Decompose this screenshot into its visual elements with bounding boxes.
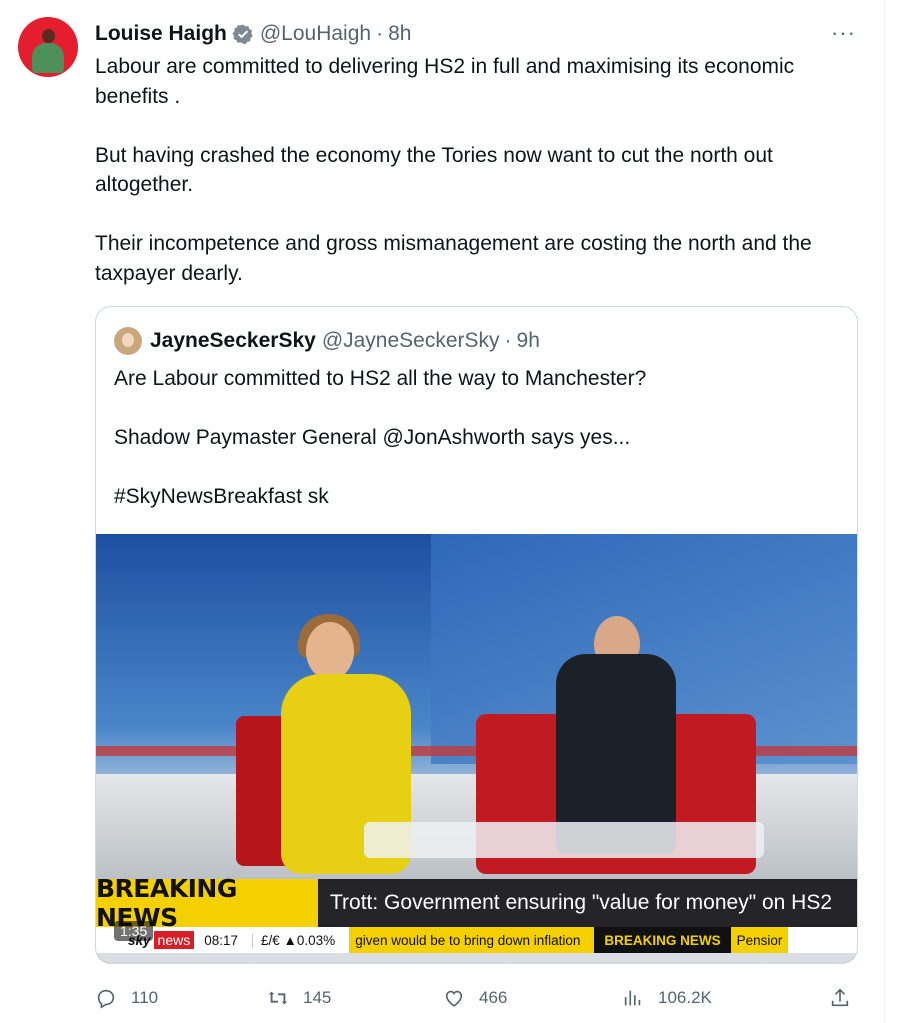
verified-icon [232, 23, 254, 45]
separator: · [504, 329, 512, 352]
studio-table [364, 822, 764, 858]
tweet-text: Labour are committed to delivering HS2 i… [95, 52, 855, 318]
repost-icon [268, 991, 288, 1005]
quote-author-name: JayneSeckerSky [150, 329, 316, 352]
news-ticker: sky news 08:17 £/€ ▲0.03% given would be… [96, 927, 857, 953]
share-button[interactable] [829, 982, 865, 1014]
ticker-scroll-text: given would be to bring down inflation [349, 927, 595, 953]
like-button[interactable]: 466 [443, 982, 507, 1014]
separator: · [376, 22, 384, 45]
quote-paragraph: #SkyNewsBreakfast sk [114, 485, 329, 508]
like-icon [445, 990, 463, 1007]
reply-count: 110 [131, 988, 159, 1007]
ticker-breaking: BREAKING NEWS [594, 927, 731, 953]
video-duration: 1:35 [114, 921, 154, 941]
more-icon[interactable]: ··· [831, 20, 856, 46]
like-count: 466 [479, 988, 508, 1007]
timeline-border [884, 0, 885, 1023]
tweet-paragraph: Labour are committed to delivering HS2 i… [95, 55, 795, 108]
ticker-rate: £/€ ▲0.03% [252, 932, 335, 948]
share-icon [831, 988, 849, 1007]
breaking-news-label: BREAKING NEWS [96, 874, 318, 932]
action-bar: 110 145 466 106.2K [95, 982, 860, 1014]
views-button[interactable]: 106.2K [622, 982, 712, 1014]
tweet[interactable]: Louise Haigh @LouHaigh · 8h ··· Labour a… [0, 0, 884, 1023]
quote-author-handle: @JayneSeckerSky [321, 329, 500, 352]
breaking-news-bar: BREAKING NEWS Trott: Government ensuring… [96, 874, 857, 932]
avatar[interactable] [18, 17, 78, 77]
repost-count: 145 [303, 988, 332, 1007]
tweet-paragraph: But having crashed the economy the Torie… [95, 143, 773, 197]
ticker-time: 08:17 [204, 932, 239, 948]
tweet-paragraph: Their incompetence and gross mismanageme… [95, 232, 812, 285]
quoted-tweet[interactable]: JayneSeckerSky @JayneSeckerSky · 9h Are … [95, 306, 858, 964]
quote-timestamp: 9h [516, 329, 540, 352]
video-player[interactable]: BREAKING NEWS Trott: Government ensuring… [96, 534, 857, 963]
view-count: 106.2K [658, 988, 712, 1007]
quote-paragraph: Are Labour committed to HS2 all the way … [114, 367, 647, 390]
tweet-header: Louise Haigh @LouHaigh · 8h [95, 20, 411, 48]
repost-button[interactable]: 145 [267, 982, 331, 1014]
quote-paragraph: Shadow Paymaster General @JonAshworth sa… [114, 426, 631, 449]
breaking-headline: Trott: Government ensuring "value for mo… [318, 879, 857, 927]
reply-icon [97, 989, 115, 1009]
author-name[interactable]: Louise Haigh [95, 22, 227, 46]
author-handle[interactable]: @LouHaigh [260, 22, 371, 46]
news-logo: news [153, 931, 195, 949]
quote-header: JayneSeckerSky @JayneSeckerSky · 9h [114, 327, 540, 355]
quote-text: Are Labour committed to HS2 all the way … [114, 364, 834, 541]
ticker-next: Pensior [730, 927, 789, 953]
reply-button[interactable]: 110 [95, 982, 158, 1014]
timestamp[interactable]: 8h [388, 22, 411, 46]
quote-avatar [114, 327, 142, 355]
views-icon [624, 990, 641, 1006]
